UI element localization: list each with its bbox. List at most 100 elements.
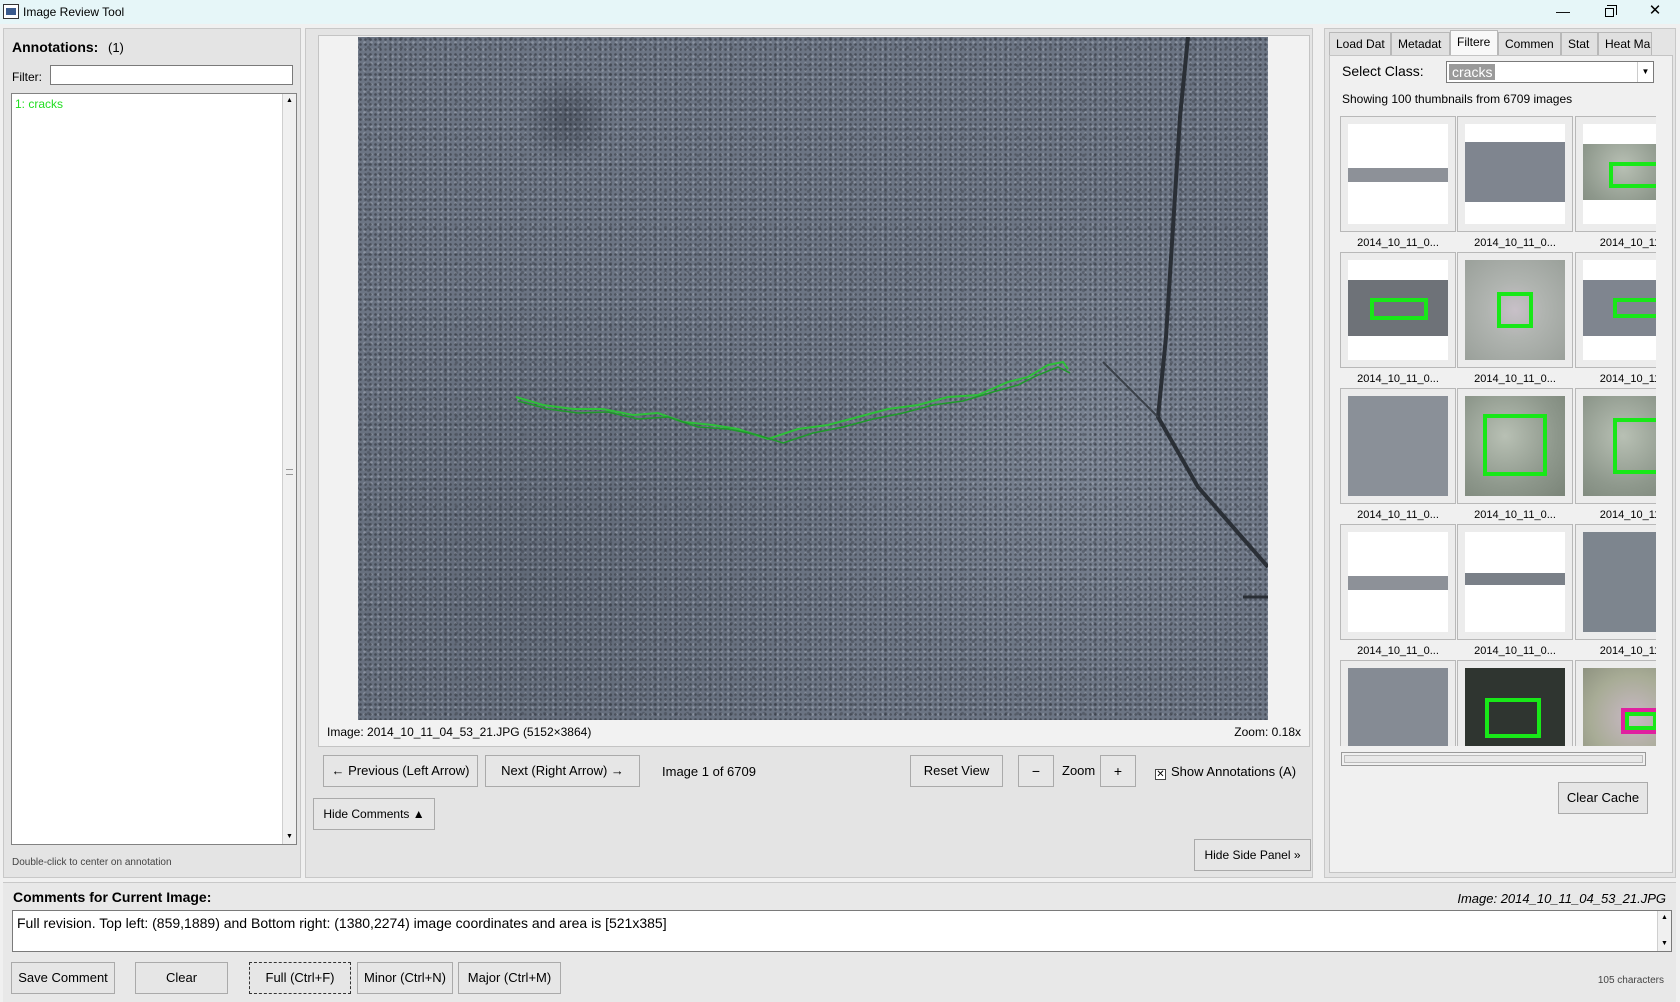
scroll-down-icon[interactable]: ▼ xyxy=(1658,937,1671,951)
thumbnail[interactable] xyxy=(1457,524,1573,640)
select-class-label: Select Class: xyxy=(1342,63,1424,79)
minimize-button[interactable]: — xyxy=(1540,0,1586,24)
annotation-item[interactable]: 1: cracks xyxy=(15,97,63,111)
tab-stats[interactable]: Stat xyxy=(1561,32,1598,55)
thumbnail-summary: Showing 100 thumbnails from 6709 images xyxy=(1342,92,1573,106)
thumbnail-scrollbar[interactable] xyxy=(1341,752,1646,766)
window-title: Image Review Tool xyxy=(23,5,125,19)
annotation-list-scrollbar[interactable]: ▲ ▼ xyxy=(282,94,296,844)
side-panel-tabs: Load Dat Metadat Filtere Commen Stat Hea… xyxy=(1329,30,1675,55)
thumbnail[interactable] xyxy=(1457,660,1573,746)
tab-heat-map[interactable]: Heat Ma xyxy=(1598,32,1652,55)
thumbnail-label: 2014_10_11_0... xyxy=(1357,237,1439,249)
image-overlay xyxy=(515,37,1268,599)
thumbnail-label: 2014_10_11_ xyxy=(1599,645,1656,657)
thumbnail-image xyxy=(1583,260,1656,360)
image-viewer[interactable]: Image: 2014_10_11_04_53_21.JPG (5152×386… xyxy=(318,35,1310,747)
close-button[interactable]: ✕ xyxy=(1632,0,1678,24)
side-panel: Load Dat Metadat Filtere Commen Stat Hea… xyxy=(1324,28,1676,878)
select-class-dropdown[interactable]: cracks ▼ xyxy=(1446,61,1654,83)
tab-filtered[interactable]: Filtere xyxy=(1450,30,1498,55)
hide-side-panel-button[interactable]: Hide Side Panel » xyxy=(1194,839,1311,871)
zoom-label: Zoom xyxy=(1062,763,1096,778)
thumbnail-image xyxy=(1583,532,1656,632)
thumbnail-image xyxy=(1583,668,1656,746)
thumbnail-label: 2014_10_11_ xyxy=(1599,509,1656,521)
checkbox-icon[interactable]: ✕ xyxy=(1155,769,1166,780)
restore-icon xyxy=(1604,5,1617,17)
chevron-down-icon[interactable]: ▼ xyxy=(1637,62,1653,82)
comment-scrollbar[interactable]: ▲ ▼ xyxy=(1657,911,1671,951)
scroll-down-icon[interactable]: ▼ xyxy=(283,830,296,844)
thumbnail[interactable] xyxy=(1457,252,1573,368)
thumbnail[interactable] xyxy=(1340,524,1456,640)
annotation-list[interactable]: 1: cracks ▲ ▼ xyxy=(11,93,297,845)
thumbnail-image xyxy=(1465,260,1565,360)
app-body: Annotations: (1) Filter: 1: cracks ▲ ▼ D… xyxy=(0,24,1680,1002)
tab-metadata[interactable]: Metadat xyxy=(1391,32,1450,55)
hide-comments-button[interactable]: Hide Comments ▲ xyxy=(313,798,435,830)
save-comment-button[interactable]: Save Comment xyxy=(11,962,115,994)
thumbnail-label: 2014_10_11_ xyxy=(1599,373,1656,385)
thumbnail[interactable] xyxy=(1457,388,1573,504)
filter-input[interactable] xyxy=(50,65,293,85)
minor-revision-button[interactable]: Minor (Ctrl+N) xyxy=(357,962,453,994)
scroll-grip-icon[interactable] xyxy=(286,469,293,475)
image-info: Image: 2014_10_11_04_53_21.JPG (5152×386… xyxy=(327,725,592,739)
thumbnail-image xyxy=(1348,260,1448,360)
app-icon xyxy=(3,4,19,19)
tab-comments[interactable]: Commen xyxy=(1498,32,1561,55)
full-revision-button[interactable]: Full (Ctrl+F) xyxy=(249,962,351,994)
thumbnail[interactable] xyxy=(1457,116,1573,232)
thumbnail-label: 2014_10_11_0... xyxy=(1357,509,1439,521)
zoom-in-button[interactable]: + xyxy=(1100,755,1136,787)
thumbnail[interactable] xyxy=(1340,388,1456,504)
filtered-tab-content: Select Class: cracks ▼ Showing 100 thumb… xyxy=(1329,55,1673,873)
thumbnail-label: 2014_10_11_0... xyxy=(1357,373,1439,385)
major-revision-button[interactable]: Major (Ctrl+M) xyxy=(458,962,561,994)
scrollbar-thumb[interactable] xyxy=(1344,755,1643,763)
thumbnail[interactable] xyxy=(1575,660,1656,746)
pavement-joint xyxy=(1155,37,1268,569)
scroll-up-icon[interactable]: ▲ xyxy=(1658,911,1671,925)
thumbnail-image xyxy=(1465,396,1565,496)
thumbnail-image xyxy=(1583,396,1656,496)
pavement-image[interactable] xyxy=(358,37,1268,720)
thumbnail[interactable] xyxy=(1340,252,1456,368)
previous-button[interactable]: ← Previous (Left Arrow) xyxy=(323,755,478,787)
comment-text[interactable]: Full revision. Top left: (859,1889) and … xyxy=(17,915,667,931)
character-count: 105 characters xyxy=(1597,975,1664,986)
thumbnail-image xyxy=(1583,124,1656,224)
zoom-out-button[interactable]: − xyxy=(1018,755,1054,787)
maximize-button[interactable] xyxy=(1586,0,1632,24)
tab-load-data[interactable]: Load Dat xyxy=(1329,32,1391,55)
thumbnail[interactable] xyxy=(1575,252,1656,368)
thumbnail-label: 2014_10_11_0... xyxy=(1357,645,1439,657)
comments-image-name: Image: 2014_10_11_04_53_21.JPG xyxy=(1457,891,1666,906)
thumbnail-label: 2014_10_11_0... xyxy=(1474,237,1556,249)
thumbnail-image xyxy=(1348,532,1448,632)
thumbnail-image xyxy=(1465,532,1565,632)
comment-textarea[interactable]: Full revision. Top left: (859,1889) and … xyxy=(12,910,1672,952)
annotations-count: (1) xyxy=(108,40,124,55)
thumbnail[interactable] xyxy=(1575,388,1656,504)
thumbnail[interactable] xyxy=(1340,116,1456,232)
thumbnail-label: 2014_10_11_0... xyxy=(1474,509,1556,521)
next-button[interactable]: Next (Right Arrow) → xyxy=(485,755,640,787)
thumbnail-label: 2014_10_11_0... xyxy=(1474,645,1556,657)
viewer-panel: Image: 2014_10_11_04_53_21.JPG (5152×386… xyxy=(305,28,1313,878)
scroll-up-icon[interactable]: ▲ xyxy=(283,94,296,108)
show-annotations-label: Show Annotations (A) xyxy=(1171,764,1297,779)
thumbnail[interactable] xyxy=(1575,524,1656,640)
crack-annotation[interactable] xyxy=(515,360,1069,441)
reset-view-button[interactable]: Reset View xyxy=(910,755,1003,787)
thumbnail[interactable] xyxy=(1340,660,1456,746)
thumbnail-image xyxy=(1465,124,1565,224)
show-annotations-toggle[interactable]: ✕ Show Annotations (A) xyxy=(1155,764,1296,780)
title-bar: Image Review Tool — ✕ xyxy=(0,0,1680,24)
clear-cache-button[interactable]: Clear Cache xyxy=(1558,782,1648,814)
thumbnail[interactable] xyxy=(1575,116,1656,232)
thumbnail-image xyxy=(1465,668,1565,746)
clear-comment-button[interactable]: Clear xyxy=(135,962,228,994)
thumbnail-image xyxy=(1348,396,1448,496)
